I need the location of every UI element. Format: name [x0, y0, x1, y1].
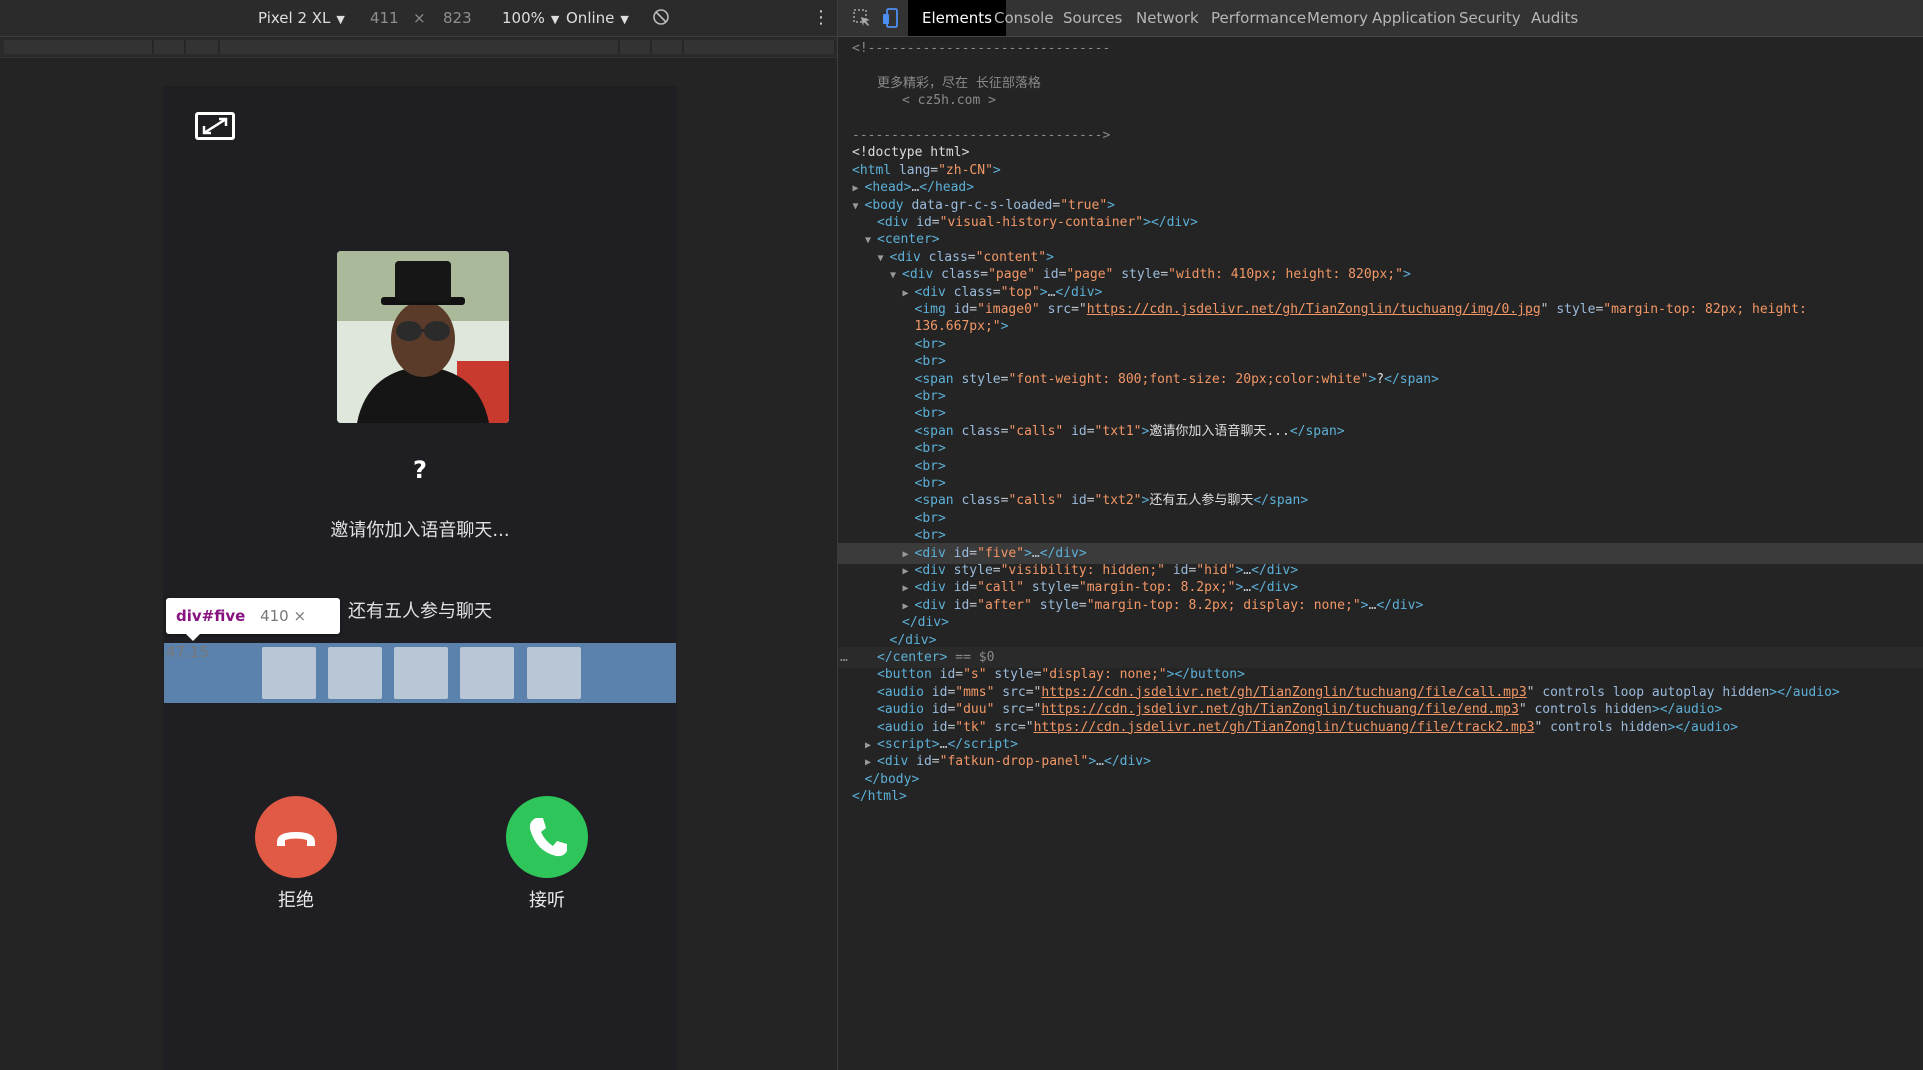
media-query-ruler — [0, 37, 837, 58]
participant-avatar — [460, 647, 514, 699]
minimize-screen-icon[interactable] — [195, 112, 235, 140]
more-options-icon[interactable]: ⋮ — [812, 7, 830, 28]
rotate-icon[interactable] — [652, 8, 670, 30]
zoom-value: 100% — [502, 9, 545, 27]
device-select[interactable]: Pixel 2 XL ▼ — [258, 9, 345, 27]
device-emulation-pane: Pixel 2 XL ▼ 411 × 823 100% ▼ Online ▼ ⋮ — [0, 0, 837, 1070]
tooltip-selector: div#five — [176, 607, 246, 625]
participant-avatar — [394, 647, 448, 699]
participant-avatar — [527, 647, 581, 699]
devtools-tab-bar: Elements Console Sources Network Performance… — [838, 0, 1923, 37]
phone-icon — [529, 818, 567, 857]
participant-avatars — [164, 643, 676, 703]
device-name: Pixel 2 XL — [258, 9, 331, 27]
inspect-tooltip: div#five 410 × 47.15 — [166, 598, 340, 661]
tab-audits[interactable]: Audits — [1517, 0, 1592, 36]
invite-text: 邀请你加入语音聊天... — [330, 520, 510, 541]
ruler-segment[interactable] — [220, 40, 619, 54]
device-toggle-icon[interactable] — [882, 8, 902, 28]
hang-up-icon — [277, 832, 315, 846]
chevron-down-icon: ▼ — [336, 13, 345, 26]
width-field[interactable]: 411 — [370, 9, 399, 27]
tooltip-arrow — [186, 634, 200, 641]
times-separator: × — [413, 9, 426, 27]
caller-photo — [337, 251, 509, 423]
caller-name: ? — [413, 456, 427, 484]
participant-avatar — [328, 647, 382, 699]
reject-button[interactable] — [255, 796, 337, 878]
reject-label: 拒绝 — [278, 890, 314, 911]
network-value: Online — [566, 9, 615, 27]
chevron-down-icon: ▼ — [550, 13, 560, 26]
height-field[interactable]: 823 — [443, 9, 472, 27]
inspect-element-icon[interactable] — [852, 8, 872, 28]
dom-tree: <!------------------------------- 更多精彩，尽在… — [838, 38, 1923, 1068]
participant-avatar — [262, 647, 316, 699]
ruler-segment[interactable] — [4, 40, 153, 54]
zoom-select[interactable]: 100% ▼ — [502, 9, 559, 27]
devtools-panel: Elements Console Sources Network Performance… — [838, 0, 1923, 1070]
phone-screen: ? 邀请你加入语音聊天... 还有五人参与聊天 拒绝 接听 — [163, 86, 677, 1070]
ruler-segment[interactable] — [620, 40, 651, 54]
network-select[interactable]: Online ▼ — [566, 9, 629, 27]
ruler-segment[interactable] — [186, 40, 219, 54]
dom-node-line[interactable]: </html> — [838, 786, 1923, 807]
accept-label: 接听 — [529, 890, 565, 911]
chevron-down-icon: ▼ — [620, 13, 629, 26]
ruler-segment[interactable] — [652, 40, 683, 54]
device-toolbar: Pixel 2 XL ▼ 411 × 823 100% ▼ Online ▼ ⋮ — [0, 0, 837, 37]
ruler-segment[interactable] — [684, 40, 835, 54]
accept-button[interactable] — [506, 796, 588, 878]
ruler-segment[interactable] — [154, 40, 185, 54]
